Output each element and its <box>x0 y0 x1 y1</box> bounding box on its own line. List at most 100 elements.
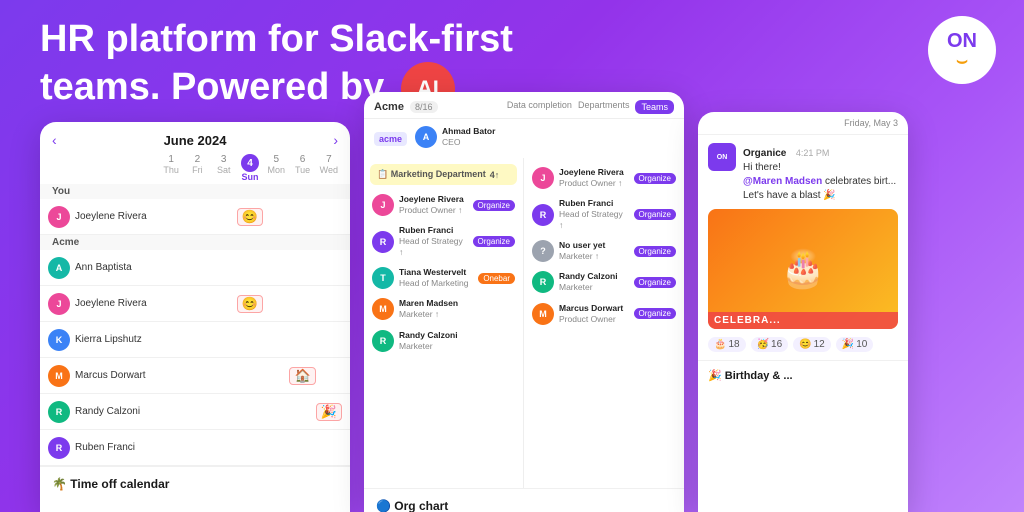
list-item: R Ruben Franci Head of Strategy ↑ Organi… <box>530 195 678 234</box>
cal-day-7: 7 <box>316 154 342 165</box>
cards-row: ‹ June 2024 › 1Thu 2Fri 3Sat 4Sun 5Mon 6… <box>40 92 1004 512</box>
chat-sender-name: Organice 4:21 PM <box>743 143 896 161</box>
chat-sender-info: Organice 4:21 PM Hi there! @Maren Madsen… <box>743 143 896 203</box>
avatar: M <box>532 303 554 325</box>
chat-timestamp: 4:21 PM <box>796 148 830 158</box>
org-badge: Organize <box>473 236 515 247</box>
cal-person-kierra: K Kierra Lipshutz <box>48 329 158 351</box>
calendar-days-header: 1Thu 2Fri 3Sat 4Sun 5Mon 6Tue 7Wed <box>40 154 350 182</box>
org-top-person: A Ahmad Bator CEO <box>413 123 497 151</box>
org-badge: Organize <box>634 209 676 220</box>
person-info: Maren Madsen Marketer ↑ <box>399 298 458 320</box>
logo-text: ON <box>947 31 977 51</box>
avatar: T <box>372 267 394 289</box>
reaction-party[interactable]: 🥳 16 <box>751 337 789 352</box>
reaction-confetti[interactable]: 🎉 10 <box>836 337 874 352</box>
person-info: Joeylene Rivera Product Owner ↑ <box>399 194 464 216</box>
cal-prev-button[interactable]: ‹ <box>52 132 57 148</box>
person-info: Ruben Franci Head of Strategy ↑ <box>559 198 629 231</box>
org-dept-label: 📋 Marketing Department 4↑ <box>370 164 517 185</box>
chat-image: 🎂 CELEBRA... <box>708 209 898 329</box>
org-tabs: Data completion Departments Teams <box>507 100 674 114</box>
org-badge: Organize <box>473 200 515 211</box>
cal-day-6: 6 <box>289 154 315 165</box>
table-row: A Ann Baptista <box>40 250 350 286</box>
chat-date: Friday, May 3 <box>698 112 908 135</box>
person-info: Tiana Westervelt Head of Marketing <box>399 267 468 289</box>
hero-line1: HR platform for Slack-first <box>40 18 513 60</box>
org-card: Acme 8/16 Data completion Departments Te… <box>364 92 684 512</box>
chat-img-overlay: CELEBRA... <box>708 312 898 329</box>
cal-person-ruben: R Ruben Franci <box>48 437 158 459</box>
avatar: R <box>372 231 394 253</box>
avatar: R <box>372 330 394 352</box>
sender-name-text: Organice <box>743 148 786 159</box>
list-item: M Marcus Dorwart Product Owner Organize <box>530 300 678 328</box>
avatar: J <box>48 206 70 228</box>
cal-next-button[interactable]: › <box>333 132 338 148</box>
list-item: ? No user yet Marketer ↑ Organize <box>530 237 678 265</box>
avatar: A <box>48 257 70 279</box>
chat-footer[interactable]: 🎉 Birthday & ... <box>698 360 908 390</box>
chat-sender-row: ON Organice 4:21 PM Hi there! @Maren Mad… <box>708 143 898 203</box>
org-content: 📋 Marketing Department 4↑ J Joeylene Riv… <box>364 158 684 488</box>
org-count: 8/16 <box>410 101 438 113</box>
chat-mention: @Maren Madsen <box>743 176 822 187</box>
org-footer[interactable]: 🔵 Org chart <box>364 488 684 512</box>
chat-sender-avatar: ON <box>708 143 736 171</box>
org-tab-data[interactable]: Data completion <box>507 100 572 114</box>
cal-day-5: 5 <box>263 154 289 165</box>
logo: ON ⌣ <box>928 16 996 84</box>
org-badge: Organize <box>634 277 676 288</box>
chat-body: @Maren Madsen celebrates birt... <box>743 175 896 189</box>
reaction-cake[interactable]: 🎂 18 <box>708 337 746 352</box>
avatar: R <box>48 437 70 459</box>
avatar: K <box>48 329 70 351</box>
avatar: M <box>372 298 394 320</box>
table-row: J Joeylene Rivera 😊 <box>40 199 350 235</box>
avatar: R <box>48 401 70 423</box>
org-right-column: J Joeylene Rivera Product Owner ↑ Organi… <box>524 158 684 488</box>
avatar: J <box>48 293 70 315</box>
person-info: Randy Calzoni Marketer <box>399 330 458 352</box>
logo-text: ON <box>717 154 728 161</box>
table-row: R Randy Calzoni 🎉 <box>40 394 350 430</box>
list-item: J Joeylene Rivera Product Owner ↑ Organi… <box>530 164 678 192</box>
table-row: M Marcus Dorwart 🏠 <box>40 358 350 394</box>
acme-logo: acme <box>374 132 407 146</box>
cal-section-you: You <box>40 184 350 199</box>
list-item: J Joeylene Rivera Product Owner ↑ Organi… <box>370 191 517 219</box>
cal-person-randy: R Randy Calzoni <box>48 401 158 423</box>
table-row: J Joeylene Rivera 😊 <box>40 286 350 322</box>
avatar: M <box>48 365 70 387</box>
logo-smile: ⌣ <box>956 51 968 69</box>
avatar: ? <box>532 240 554 262</box>
cal-day-4: 4 <box>241 154 259 172</box>
avatar: J <box>532 167 554 189</box>
org-badge: Organize <box>634 308 676 319</box>
avatar: R <box>532 204 554 226</box>
org-subbar: acme A Ahmad Bator CEO <box>364 119 684 158</box>
org-company: Acme <box>374 101 404 113</box>
person-info: Ruben Franci Head of Strategy ↑ <box>399 225 468 258</box>
org-tab-teams[interactable]: Teams <box>635 100 674 114</box>
cal-day-1: 1 <box>158 154 184 165</box>
table-row: K Kierra Lipshutz <box>40 322 350 358</box>
org-topbar: Acme 8/16 Data completion Departments Te… <box>364 92 684 119</box>
chat-reactions: 🎂 18 🥳 16 😊 12 🎉 10 <box>708 337 898 352</box>
org-ceo-info: Ahmad Bator CEO <box>442 126 495 148</box>
person-info: Randy Calzoni Marketer <box>559 271 618 293</box>
cal-section-acme: Acme <box>40 235 350 250</box>
reaction-smile[interactable]: 😊 12 <box>793 337 831 352</box>
org-ceo-name: Ahmad Bator <box>442 126 495 137</box>
cal-person-marcus: M Marcus Dorwart <box>48 365 158 387</box>
org-tab-dept[interactable]: Departments <box>578 100 630 114</box>
org-ceo-role: CEO <box>442 137 495 148</box>
person-info: No user yet Marketer ↑ <box>559 240 605 262</box>
org-badge: Organize <box>634 173 676 184</box>
org-badge: Onebar <box>478 273 515 284</box>
calendar-footer[interactable]: 🌴 Time off calendar <box>40 466 350 501</box>
list-item: T Tiana Westervelt Head of Marketing One… <box>370 264 517 292</box>
person-info: Joeylene Rivera Product Owner ↑ <box>559 167 624 189</box>
person-info: Marcus Dorwart Product Owner <box>559 303 623 325</box>
